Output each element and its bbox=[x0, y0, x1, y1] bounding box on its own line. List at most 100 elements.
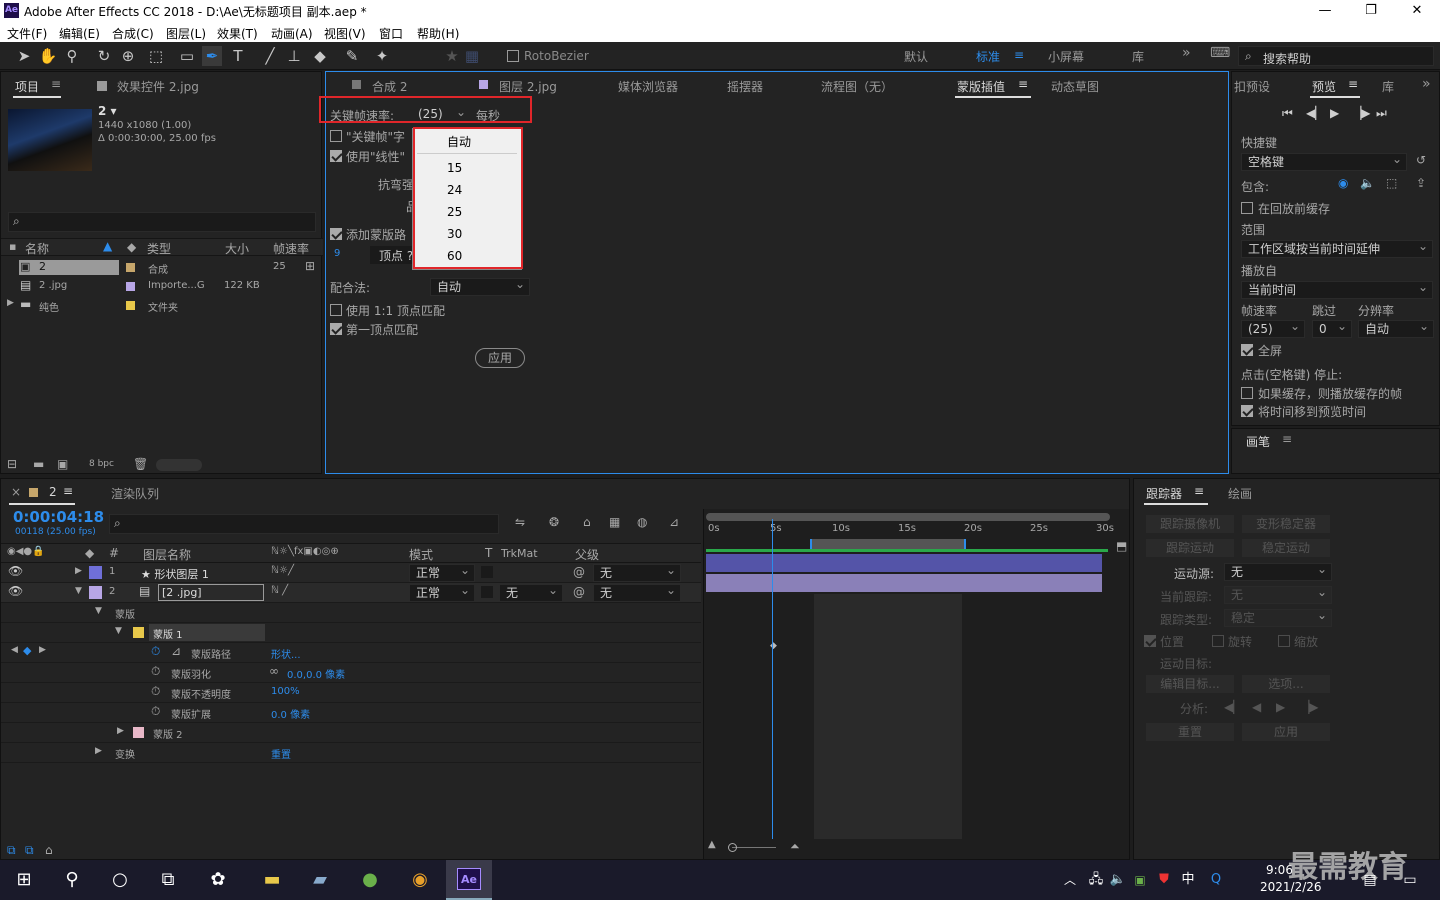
tab-wiggler[interactable]: 摇摆器 bbox=[727, 78, 763, 95]
col-layer-name[interactable]: 图层名称 bbox=[143, 546, 191, 563]
prop-mask-feather[interactable]: ⏱ 蒙版羽化 ∞ 0.0,0.0 像素 bbox=[1, 663, 701, 683]
prop-mask-opacity[interactable]: ⏱ 蒙版不透明度 100% bbox=[1, 683, 701, 703]
collapse-arrow-icon[interactable]: ▼ bbox=[95, 606, 102, 616]
overlay-icon[interactable]: ⬚ bbox=[1386, 176, 1397, 190]
chrome-icon[interactable]: ◉ bbox=[406, 866, 434, 894]
comp-name[interactable]: 2 ▾ bbox=[98, 104, 117, 118]
timeline-search-input[interactable]: ⌕ bbox=[109, 514, 499, 534]
export-icon[interactable]: ⇪ bbox=[1416, 176, 1426, 190]
stopwatch-icon[interactable]: ⏱ bbox=[151, 664, 160, 679]
label-swatch[interactable] bbox=[89, 566, 102, 579]
track-motion-button[interactable]: 跟踪运动 bbox=[1146, 539, 1234, 557]
layer-bar-1[interactable] bbox=[706, 554, 1102, 572]
tab-tracker[interactable]: 跟踪器 bbox=[1146, 485, 1182, 502]
tab-effect-controls[interactable]: 效果控件 2.jpg bbox=[117, 78, 199, 95]
analyze-backward-one-icon[interactable]: ◀▏ bbox=[1224, 700, 1242, 714]
prop-mask-expansion[interactable]: ⏱ 蒙版扩展 0.0 像素 bbox=[1, 703, 701, 723]
motion-blur-icon[interactable]: ◍ bbox=[637, 515, 647, 529]
tracker-menu-icon[interactable]: ≡ bbox=[1194, 484, 1204, 498]
layer-row-2[interactable]: 👁 ▼ 2 ▤ [2 .jpg] ℕ ╱ 正常 无 @ 无 bbox=[1, 582, 701, 603]
tab-mask-interpolation[interactable]: 蒙版插值 bbox=[957, 78, 1005, 95]
transfer-controls-icon[interactable]: ⧉ bbox=[25, 843, 34, 858]
matching-method-dropdown[interactable]: 自动 bbox=[430, 276, 530, 296]
vertex-count[interactable]: 9 bbox=[334, 248, 340, 259]
last-frame-icon[interactable]: ⏭ bbox=[1376, 106, 1387, 121]
expand-arrow-icon[interactable]: ▶ bbox=[7, 298, 14, 308]
layer-name[interactable]: ★ 形状图层 1 bbox=[141, 566, 209, 582]
layer-row-1[interactable]: 👁 ▶ 1 ★ 形状图层 1 ℕ☼╱ 正常 @ 无 bbox=[1, 562, 701, 583]
trkmat-dropdown[interactable]: 无 bbox=[499, 582, 563, 602]
expand-arrow-icon[interactable]: ▶ bbox=[75, 566, 82, 576]
tab-composition[interactable]: 合成 2 bbox=[372, 78, 407, 95]
input-language[interactable]: 中 bbox=[1174, 866, 1202, 894]
col-mode[interactable]: 模式 bbox=[409, 546, 433, 563]
tab-library[interactable]: 库 bbox=[1382, 78, 1394, 95]
visibility-eye-icon[interactable]: 👁 bbox=[8, 584, 23, 598]
search-icon[interactable]: ⚲ bbox=[58, 866, 86, 894]
notes-icon[interactable]: ▤ bbox=[1356, 866, 1384, 894]
after-effects-taskbar-button[interactable]: Ae bbox=[446, 860, 492, 900]
visibility-eye-icon[interactable]: 👁 bbox=[8, 564, 23, 578]
prop-value[interactable]: 0.0 像素 bbox=[271, 706, 310, 721]
menu-view[interactable]: 视图(V) bbox=[324, 25, 366, 42]
layer-switches-icon[interactable]: ℕ ╱ bbox=[271, 585, 288, 596]
playhead[interactable] bbox=[772, 519, 773, 839]
analyze-backward-icon[interactable]: ◀ bbox=[1252, 700, 1261, 714]
prop-value[interactable]: 0.0,0.0 像素 bbox=[287, 666, 345, 681]
panel-menu-icon[interactable]: ≡ bbox=[1018, 77, 1028, 91]
blend-mode-dropdown[interactable]: 正常 bbox=[409, 562, 475, 582]
prev-keyframe-icon[interactable]: ◀ bbox=[11, 645, 18, 655]
previous-frame-icon[interactable]: ◀▏ bbox=[1306, 106, 1324, 120]
stopwatch-icon[interactable]: ⏱ bbox=[151, 644, 160, 659]
menu-layer[interactable]: 图层(L) bbox=[166, 25, 206, 42]
tab-brush[interactable]: 画笔 bbox=[1246, 433, 1270, 450]
mask-color-swatch[interactable] bbox=[133, 727, 144, 738]
frame-rate-dropdown[interactable]: (25) bbox=[1241, 318, 1305, 338]
play-from-dropdown[interactable]: 当前时间 bbox=[1241, 279, 1433, 299]
menu-animation[interactable]: 动画(A) bbox=[271, 25, 313, 42]
windows-start-icon[interactable]: ⊞ bbox=[10, 866, 38, 894]
task-view-icon[interactable]: ⧉ bbox=[154, 866, 182, 894]
use-linear-checkbox[interactable] bbox=[330, 150, 342, 162]
cache-before-checkbox[interactable] bbox=[1241, 202, 1253, 214]
pen-tool-icon[interactable]: ✒ bbox=[202, 46, 222, 66]
frame-blending-icon[interactable]: ▦ bbox=[609, 515, 620, 529]
pick-whip-icon[interactable]: @ bbox=[573, 585, 585, 599]
add-mask-path-checkbox[interactable] bbox=[330, 228, 342, 240]
layer-switches-toggle-icon[interactable]: ⧉ bbox=[7, 843, 16, 858]
stopwatch-icon[interactable]: ⏱ bbox=[151, 704, 160, 719]
project-item-jpg[interactable]: ▤ 2 .jpg Importe...G 122 KB bbox=[1, 277, 323, 296]
tab-project[interactable]: 项目 bbox=[15, 78, 39, 95]
col-name[interactable]: 名称 bbox=[25, 240, 49, 257]
label-swatch[interactable] bbox=[126, 301, 135, 310]
workspace-overflow-icon[interactable]: » bbox=[1182, 45, 1191, 61]
analyze-forward-one-icon[interactable]: ▕▶ bbox=[1300, 700, 1318, 714]
panel-overflow-icon[interactable]: » bbox=[1422, 76, 1431, 92]
analyze-forward-icon[interactable]: ▶ bbox=[1276, 700, 1285, 714]
layer-switches-icon[interactable]: ℕ☼╱ bbox=[271, 565, 294, 576]
pinwheel-app-icon[interactable]: ✿ bbox=[204, 866, 232, 894]
rotation-checkbox[interactable] bbox=[1212, 635, 1224, 647]
prop-transform[interactable]: ▶ 变换 重置 bbox=[1, 743, 701, 763]
apply-button[interactable]: 应用 bbox=[475, 348, 525, 368]
clone-stamp-tool-icon[interactable]: ⊥ bbox=[284, 46, 304, 66]
mask-color-swatch[interactable] bbox=[133, 627, 144, 638]
col-size[interactable]: 大小 bbox=[225, 240, 249, 257]
prop-value[interactable]: 100% bbox=[271, 686, 300, 697]
tab-media-browser[interactable]: 媒体浏览器 bbox=[618, 78, 678, 95]
label-swatch[interactable] bbox=[126, 263, 135, 272]
position-checkbox[interactable] bbox=[1144, 635, 1156, 647]
cortana-icon[interactable]: ○ bbox=[106, 866, 134, 894]
pan-behind-tool-icon[interactable]: ⬚ bbox=[146, 46, 166, 66]
rectangle-tool-icon[interactable]: ▭ bbox=[177, 46, 197, 66]
layer-name-box[interactable]: [2 .jpg] bbox=[158, 584, 264, 601]
collapse-arrow-icon[interactable]: ▼ bbox=[75, 586, 82, 596]
reset-button[interactable]: 重置 bbox=[1146, 723, 1234, 741]
menu-edit[interactable]: 编辑(E) bbox=[59, 25, 100, 42]
maximize-button[interactable]: ❐ bbox=[1348, 0, 1394, 22]
scale-checkbox[interactable] bbox=[1278, 635, 1290, 647]
hide-shy-icon[interactable]: ⌂ bbox=[583, 515, 591, 529]
app-green-icon[interactable]: ● bbox=[356, 866, 384, 894]
workspace-standard[interactable]: 标准 bbox=[976, 48, 1000, 65]
tab-layer[interactable]: 图层 2.jpg bbox=[499, 78, 557, 95]
